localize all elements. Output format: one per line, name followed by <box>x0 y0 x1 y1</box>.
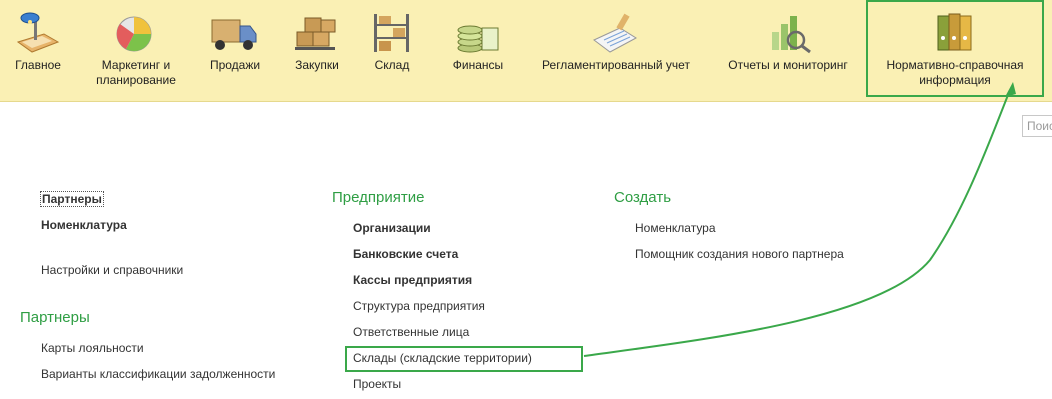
annotation-arrow <box>583 82 1016 357</box>
